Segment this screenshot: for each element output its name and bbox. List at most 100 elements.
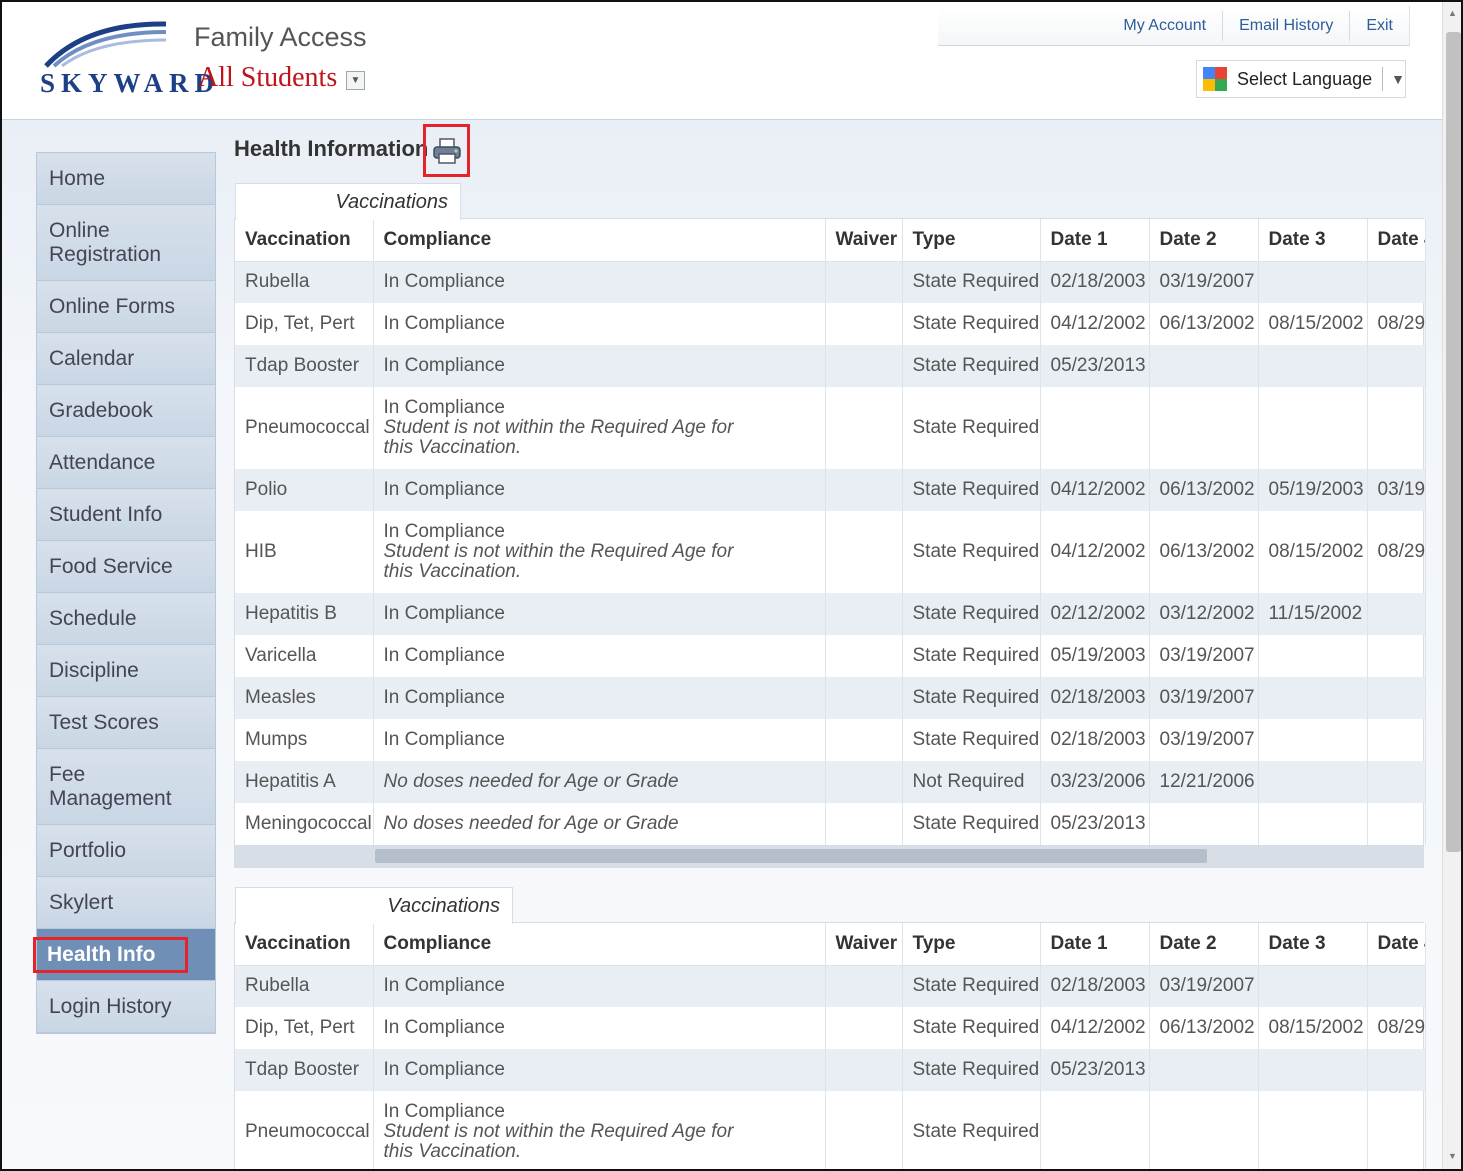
date-cell: 03/19/2007	[1149, 965, 1259, 1007]
compliance-cell: In Compliance	[373, 677, 826, 719]
col-header[interactable]: Vaccination	[235, 219, 374, 262]
tab-vaccinations[interactable]: Vaccinations	[235, 887, 513, 924]
date-cell: 03/19/2007	[1149, 677, 1259, 719]
sidebar-item-home[interactable]: Home	[37, 153, 215, 205]
date-cell	[1149, 803, 1259, 845]
table-row: Rubella In Compliance State Required 02/18/…	[235, 261, 1426, 303]
col-header[interactable]: Date 4	[1367, 923, 1426, 966]
col-header[interactable]: Date 1	[1040, 923, 1150, 966]
compliance-cell: In Compliance	[373, 261, 826, 303]
waiver-cell	[825, 303, 903, 345]
sidebar-item-schedule[interactable]: Schedule	[37, 593, 215, 645]
col-header[interactable]: Waiver	[825, 923, 903, 966]
table-row: Varicella In Compliance State Required 05/1…	[235, 635, 1426, 677]
scroll-up-icon[interactable]: ▲	[1448, 8, 1457, 18]
sidebar-item-test-scores[interactable]: Test Scores	[37, 697, 215, 749]
type-cell: State Required	[902, 1007, 1041, 1049]
sidebar-item-online-forms[interactable]: Online Forms	[37, 281, 215, 333]
waiver-cell	[825, 1091, 903, 1169]
exit-link[interactable]: Exit	[1349, 10, 1409, 41]
vaccination-cell: Rubella	[235, 261, 374, 303]
col-header[interactable]: Date 2	[1149, 923, 1259, 966]
col-header[interactable]: Vaccination	[235, 923, 374, 966]
vaccination-cell: Dip, Tet, Pert	[235, 1007, 374, 1049]
sidebar-item-portfolio[interactable]: Portfolio	[37, 825, 215, 877]
scrollbar-thumb[interactable]	[375, 849, 1207, 863]
sidebar-item-health-info[interactable]: Health Info	[33, 929, 215, 981]
vaccination-cell: Pneumococcal	[235, 1091, 374, 1169]
date-cell	[1258, 1091, 1368, 1169]
vaccinations-table: Vaccination Compliance Waiver Type Date …	[235, 219, 1426, 845]
print-button[interactable]	[423, 124, 470, 177]
scroll-down-icon[interactable]: ▼	[1448, 1151, 1457, 1161]
compliance-cell: In Compliance	[373, 1007, 826, 1049]
sidebar-item-discipline[interactable]: Discipline	[37, 645, 215, 697]
col-header[interactable]: Date 3	[1258, 219, 1368, 262]
waiver-cell	[825, 469, 903, 511]
date-cell: 04/12/2002	[1040, 511, 1150, 593]
sidebar-item-calendar[interactable]: Calendar	[37, 333, 215, 385]
scrollbar-thumb[interactable]	[1446, 32, 1461, 852]
dropdown-arrow-icon[interactable]: ▼	[346, 71, 365, 90]
col-header[interactable]: Waiver	[825, 219, 903, 262]
col-header[interactable]: Type	[902, 923, 1041, 966]
vertical-scrollbar[interactable]: ▲ ▼	[1442, 2, 1461, 1169]
table-row: Dip, Tet, Pert In Compliance State Require…	[235, 1007, 1426, 1049]
date-cell	[1258, 965, 1368, 1007]
col-header[interactable]: Date 3	[1258, 923, 1368, 966]
sidebar-item-food-service[interactable]: Food Service	[37, 541, 215, 593]
date-cell	[1367, 761, 1426, 803]
date-cell	[1367, 719, 1426, 761]
col-header[interactable]: Date 1	[1040, 219, 1150, 262]
vaccinations-table: Vaccination Compliance Waiver Type Date …	[235, 923, 1426, 1169]
vaccination-cell: Tdap Booster	[235, 1049, 374, 1091]
sidebar-item-student-info[interactable]: Student Info	[37, 489, 215, 541]
compliance-cell: No doses needed for Age or Grade	[373, 803, 826, 845]
date-cell: 02/18/2003	[1040, 965, 1150, 1007]
col-header[interactable]: Type	[902, 219, 1041, 262]
type-cell: State Required	[902, 593, 1041, 635]
compliance-status: In Compliance	[383, 729, 505, 750]
vaccination-cell: Polio	[235, 469, 374, 511]
tab-vaccinations[interactable]: Vaccinations	[235, 183, 461, 220]
sidebar-item-login-history[interactable]: Login History	[37, 981, 215, 1033]
horizontal-scrollbar[interactable]	[235, 845, 1423, 867]
printer-icon	[432, 137, 461, 164]
waiver-cell	[825, 635, 903, 677]
date-cell	[1258, 803, 1368, 845]
date-cell: 06/13/2002	[1149, 469, 1259, 511]
type-cell: State Required	[902, 1049, 1041, 1091]
vaccination-cell: Hepatitis A	[235, 761, 374, 803]
table-row: Hepatitis B In Compliance State Required 02…	[235, 593, 1426, 635]
sidebar-item-fee-management[interactable]: Fee Management	[37, 749, 215, 825]
compliance-status: In Compliance	[383, 975, 505, 997]
student-selector[interactable]: All Students	[198, 62, 337, 94]
date-cell	[1367, 677, 1426, 719]
compliance-cell: In Compliance	[373, 635, 826, 677]
col-header[interactable]: Date 2	[1149, 219, 1259, 262]
sidebar-item-attendance[interactable]: Attendance	[37, 437, 215, 489]
date-cell: 05/19/2003	[1040, 635, 1150, 677]
vaccination-cell: Mumps	[235, 719, 374, 761]
date-cell: 06/13/2002	[1149, 303, 1259, 345]
col-header[interactable]: Compliance	[373, 923, 826, 966]
date-cell: 06/13/2002	[1149, 511, 1259, 593]
app-title: Family Access	[194, 22, 367, 52]
sidebar-item-skylert[interactable]: Skylert	[37, 877, 215, 929]
email-history-link[interactable]: Email History	[1222, 10, 1349, 41]
date-cell	[1258, 719, 1368, 761]
compliance-cell: In Compliance	[373, 719, 826, 761]
table-row: HIB In Compliance Student is not within th…	[235, 511, 1426, 593]
table-row: Polio In Compliance State Required 04/12/20…	[235, 469, 1426, 511]
col-header[interactable]: Date 4	[1367, 219, 1426, 262]
vaccination-cell: Meningococcal	[235, 803, 374, 845]
compliance-cell: In Compliance	[373, 593, 826, 635]
language-select[interactable]: Select Language ▼	[1196, 60, 1406, 98]
sidebar-item-gradebook[interactable]: Gradebook	[37, 385, 215, 437]
date-cell: 03/19/2007	[1149, 261, 1259, 303]
col-header[interactable]: Compliance	[373, 219, 826, 262]
my-account-link[interactable]: My Account	[1107, 11, 1222, 41]
compliance-status: In Compliance	[383, 521, 505, 542]
date-cell	[1367, 387, 1426, 469]
sidebar-item-online-registration[interactable]: Online Registration	[37, 205, 215, 281]
